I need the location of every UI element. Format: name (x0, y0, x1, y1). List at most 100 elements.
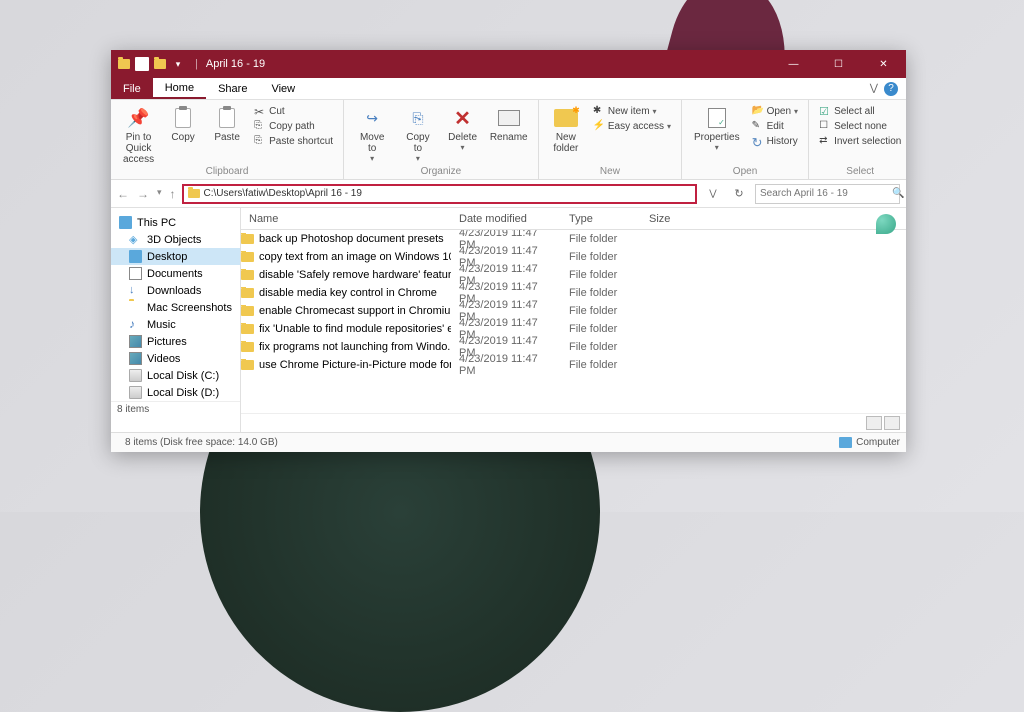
open-button[interactable]: 📂Open (750, 104, 800, 118)
up-button[interactable]: ↑ (170, 187, 176, 201)
file-row[interactable]: enable Chromecast support in Chromiu...4… (241, 302, 906, 320)
tab-view[interactable]: View (259, 78, 307, 99)
minimize-button[interactable]: — (771, 50, 816, 78)
properties-button[interactable]: Properties (690, 104, 744, 154)
invert-icon: ⇄ (819, 135, 831, 147)
rename-button[interactable]: Rename (488, 104, 530, 145)
help-icon[interactable]: ? (884, 82, 898, 96)
invert-selection-button[interactable]: ⇄Invert selection (817, 134, 903, 148)
move-icon: ↪ (360, 106, 384, 130)
copy-path-button[interactable]: ⎘Copy path (252, 119, 335, 133)
file-name: enable Chromecast support in Chromiu... (259, 305, 451, 317)
tab-share[interactable]: Share (206, 78, 259, 99)
qat-icon[interactable] (135, 57, 149, 71)
qat-dropdown-icon[interactable]: ▾ (171, 57, 185, 71)
file-row[interactable]: back up Photoshop document presets4/23/2… (241, 230, 906, 248)
new-folder-button[interactable]: New folder (547, 104, 585, 156)
column-type[interactable]: Type (561, 213, 641, 225)
copy-button[interactable]: Copy (164, 104, 202, 145)
sidebar-item-pictures[interactable]: Pictures (111, 333, 240, 350)
search-icon[interactable]: 🔍 (892, 188, 904, 199)
new-item-button[interactable]: ✱New item (591, 104, 673, 118)
recent-dropdown[interactable]: ▾ (157, 187, 162, 201)
file-type: File folder (561, 287, 641, 299)
paste-button[interactable]: Paste (208, 104, 246, 145)
back-button[interactable]: ← (117, 187, 129, 201)
file-row[interactable]: disable 'Safely remove hardware' feature… (241, 266, 906, 284)
explorer-window: ▾ | April 16 - 19 — ☐ ✕ File Home Share … (111, 50, 906, 452)
pin-to-quick-access-button[interactable]: 📌 Pin to Quick access (119, 104, 158, 167)
nav-dropdown-icon[interactable]: ⋁ (703, 188, 723, 199)
edit-button[interactable]: ✎Edit (750, 119, 800, 133)
select-none-button[interactable]: ☐Select none (817, 119, 903, 133)
move-to-button[interactable]: ↪ Move to (352, 104, 392, 165)
file-name: use Chrome Picture-in-Picture mode for .… (259, 359, 451, 371)
sidebar-item-local-disk-c-[interactable]: Local Disk (C:) (111, 367, 240, 384)
sidebar-item-music[interactable]: ♪Music (111, 316, 240, 333)
paste-icon (215, 106, 239, 130)
titlebar[interactable]: ▾ | April 16 - 19 — ☐ ✕ (111, 50, 906, 78)
view-details-icon[interactable] (866, 416, 882, 430)
forward-button[interactable]: → (137, 187, 149, 201)
sidebar-item-videos[interactable]: Videos (111, 350, 240, 367)
file-row[interactable]: use Chrome Picture-in-Picture mode for .… (241, 356, 906, 374)
file-name: fix programs not launching from Windo... (259, 341, 451, 353)
folder-icon (241, 306, 254, 316)
refresh-button[interactable]: ↻ (729, 187, 749, 200)
search-input[interactable] (760, 188, 892, 199)
column-size[interactable]: Size (641, 213, 701, 225)
sidebar-item-documents[interactable]: Documents (111, 265, 240, 282)
column-date[interactable]: Date modified (451, 213, 561, 225)
file-row[interactable]: copy text from an image on Windows 104/2… (241, 248, 906, 266)
copy-to-button[interactable]: ⎘ Copy to (398, 104, 437, 165)
ribbon-collapse-icon[interactable]: ⋁ (870, 83, 878, 94)
copy-to-icon: ⎘ (406, 106, 430, 130)
status-computer: Computer (856, 437, 900, 448)
folder-icon (241, 252, 254, 262)
sidebar-item-desktop[interactable]: Desktop (111, 248, 240, 265)
history-button[interactable]: ↻History (750, 134, 800, 148)
tab-file[interactable]: File (111, 78, 153, 99)
shortcut-icon: ⎘ (254, 135, 266, 147)
delete-button[interactable]: ✕ Delete (444, 104, 482, 154)
file-type: File folder (561, 341, 641, 353)
scissors-icon: ✂ (254, 105, 266, 117)
easy-access-button[interactable]: ⚡Easy access (591, 119, 673, 133)
organize-group-label: Organize (344, 166, 538, 177)
folder-icon (241, 270, 254, 280)
maximize-button[interactable]: ☐ (816, 50, 861, 78)
paste-shortcut-button[interactable]: ⎘Paste shortcut (252, 134, 335, 148)
ribbon: 📌 Pin to Quick access Copy Paste ✂Cut ⎘C… (111, 100, 906, 180)
file-row[interactable]: disable media key control in Chrome4/23/… (241, 284, 906, 302)
ribbon-tabs: File Home Share View ⋁ ? (111, 78, 906, 100)
tab-home[interactable]: Home (153, 78, 206, 99)
sidebar-item-downloads[interactable]: ↓Downloads (111, 282, 240, 299)
folder-icon (241, 324, 254, 334)
qat-icon-2[interactable] (153, 57, 167, 71)
edit-icon: ✎ (752, 120, 764, 132)
folder-icon (117, 57, 131, 71)
file-row[interactable]: fix 'Unable to find module repositories'… (241, 320, 906, 338)
file-type: File folder (561, 269, 641, 281)
pin-icon: 📌 (127, 106, 151, 130)
file-type: File folder (561, 233, 641, 245)
cut-button[interactable]: ✂Cut (252, 104, 335, 118)
select-all-button[interactable]: ☑Select all (817, 104, 903, 118)
sidebar-item-3d-objects[interactable]: ◈3D Objects (111, 231, 240, 248)
properties-icon (705, 106, 729, 130)
open-icon: 📂 (752, 105, 764, 117)
close-button[interactable]: ✕ (861, 50, 906, 78)
view-large-icon[interactable] (884, 416, 900, 430)
file-type: File folder (561, 251, 641, 263)
address-bar[interactable]: C:\Users\fatiw\Desktop\April 16 - 19 (182, 184, 697, 204)
sidebar-item-mac-screenshots[interactable]: Mac Screenshots (111, 299, 240, 316)
sidebar-item-local-disk-d-[interactable]: Local Disk (D:) (111, 384, 240, 401)
sidebar-item-label: 3D Objects (147, 234, 201, 246)
column-name[interactable]: Name (241, 213, 451, 225)
file-type: File folder (561, 305, 641, 317)
sidebar-item-label: Pictures (147, 336, 187, 348)
sidebar-item-this-pc[interactable]: This PC (111, 214, 240, 231)
search-box[interactable]: 🔍 (755, 184, 900, 204)
file-row[interactable]: fix programs not launching from Windo...… (241, 338, 906, 356)
folder-icon (241, 342, 254, 352)
